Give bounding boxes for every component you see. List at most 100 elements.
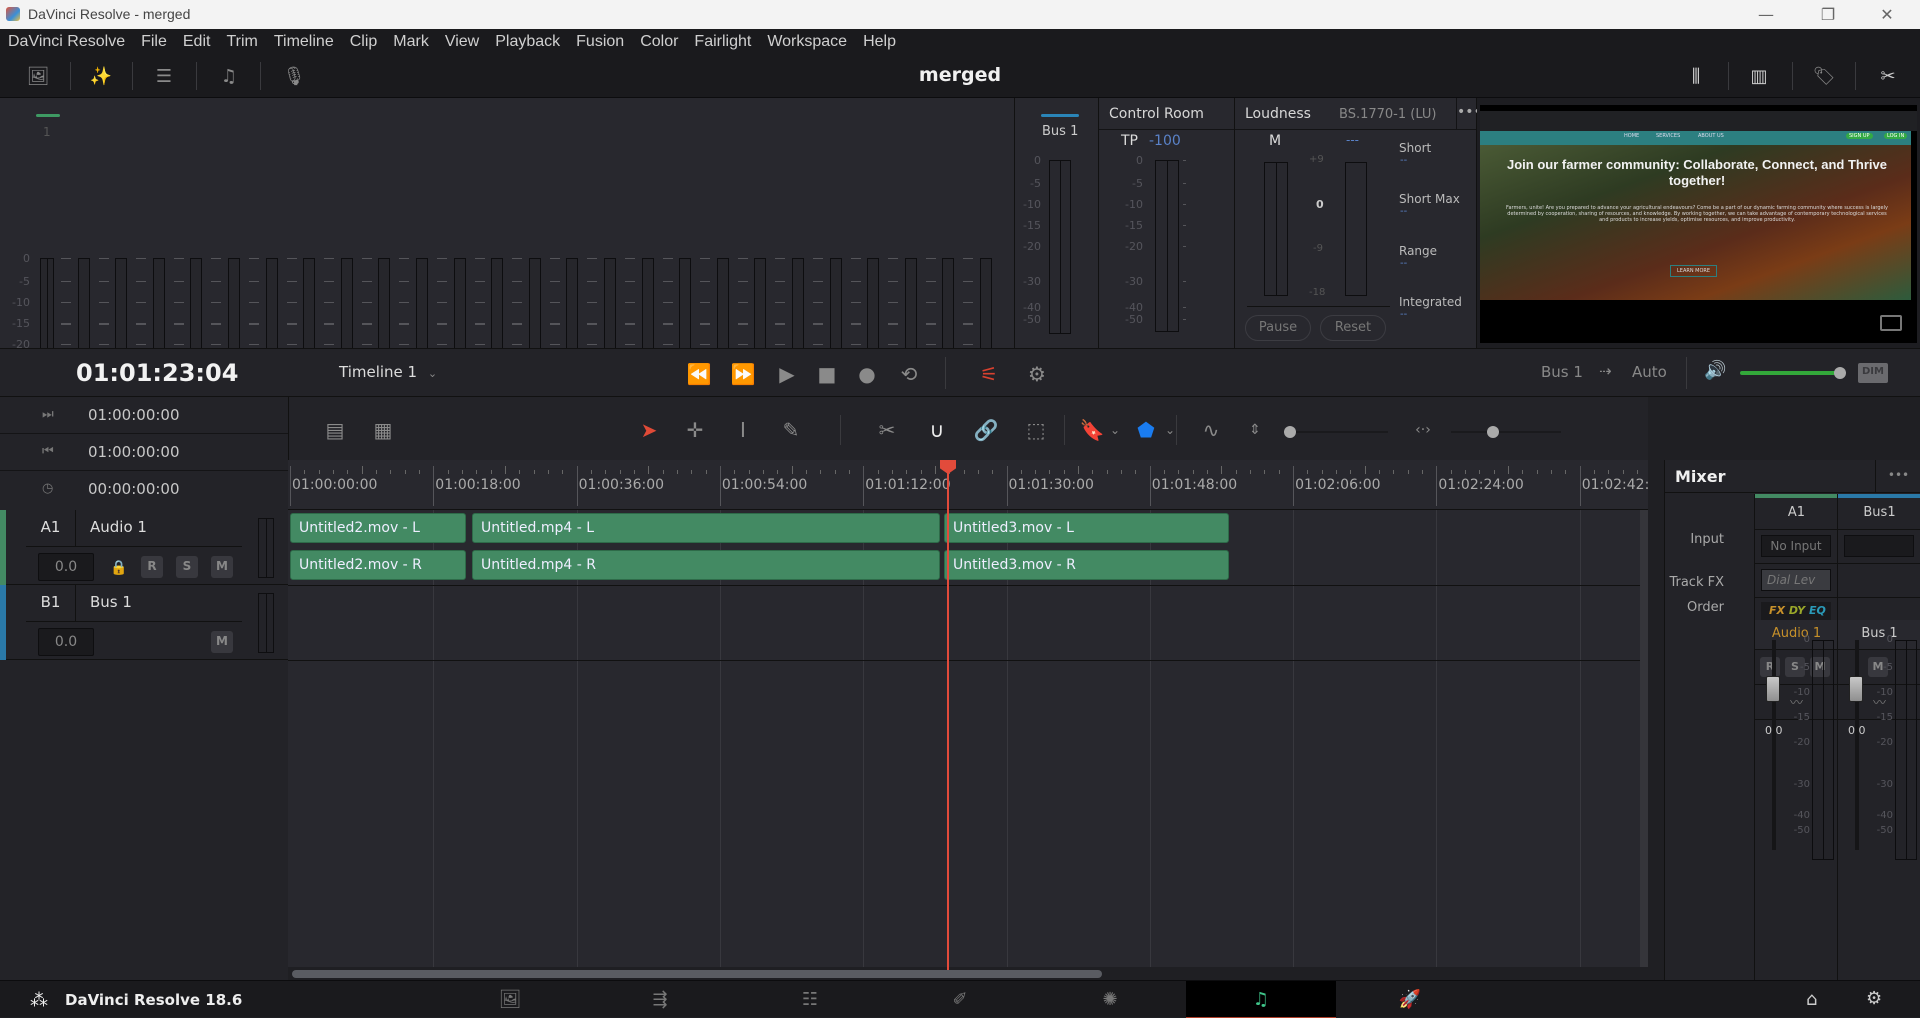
audio-clip[interactable]: Untitled.mp4 - L [472, 513, 940, 543]
track-header-a1[interactable]: A1 Audio 1 0.0 🔒 R S M [0, 510, 288, 585]
snapping-icon[interactable]: ∪ [921, 415, 953, 445]
flag-dropdown-icon[interactable]: ⌄ [1099, 415, 1131, 445]
edit-selection-icon[interactable]: I [727, 415, 759, 445]
link-icon[interactable]: 🔗 [970, 415, 1002, 445]
automation-settings-icon[interactable]: ⚙ [1022, 361, 1052, 387]
page-cut-icon[interactable]: ⇶ [585, 981, 735, 1018]
settings-gear-icon[interactable]: ⚙ [1866, 988, 1882, 1009]
menu-davinci[interactable]: DaVinci Resolve [8, 33, 125, 51]
menu-mark[interactable]: Mark [393, 33, 429, 51]
auto-follow-icon[interactable]: ⬚ [1020, 415, 1052, 445]
waveform-zoom-icon[interactable]: ∿ [1195, 415, 1227, 445]
mixer-options-icon[interactable]: ••• [1875, 460, 1920, 493]
record-arm-button[interactable]: R [141, 556, 163, 578]
selection-tool-icon[interactable]: ➤ [633, 415, 665, 445]
menu-clip[interactable]: Clip [350, 33, 378, 51]
minimize-button[interactable]: — [1743, 0, 1789, 29]
metadata-icon[interactable]: 🏷 [1810, 64, 1838, 88]
vertical-zoom-knob[interactable] [1284, 426, 1296, 438]
play-icon[interactable]: ▶ [772, 361, 802, 387]
audio-clip[interactable]: Untitled2.mov - R [290, 550, 466, 580]
loop-icon[interactable]: ⟲ [894, 361, 924, 387]
rewind-icon[interactable]: ⏪ [684, 361, 714, 387]
track-volume[interactable]: 0.0 [38, 553, 94, 581]
mute-button[interactable]: M [211, 631, 233, 653]
vertical-zoom-icon[interactable]: ⇕ [1239, 415, 1271, 445]
horizontal-zoom-knob[interactable] [1487, 426, 1499, 438]
loudness-standard[interactable]: BS.1770-1 (LU) [1339, 107, 1437, 122]
timeline-tracks[interactable]: Untitled2.mov - L Untitled.mp4 - L Untit… [288, 510, 1648, 970]
draw-tool-icon[interactable]: ✎ [775, 415, 807, 445]
audio-clip[interactable]: Untitled.mp4 - R [472, 550, 940, 580]
horizontal-zoom-icon[interactable]: ‹·› [1407, 415, 1439, 445]
pause-button[interactable]: Pause [1245, 315, 1311, 341]
menu-workspace[interactable]: Workspace [767, 33, 847, 51]
record-icon[interactable]: ● [852, 361, 882, 387]
page-fusion-icon[interactable]: ✐ [885, 981, 1035, 1018]
horizontal-zoom-slider[interactable] [1451, 426, 1561, 438]
automation-toggle-icon[interactable]: ⚟ [974, 361, 1004, 387]
duration-value[interactable]: 00:00:00:00 [88, 480, 180, 498]
timeline-view-options-icon[interactable]: ▤ [319, 415, 351, 445]
menu-help[interactable]: Help [863, 33, 896, 51]
mute-button[interactable]: M [211, 556, 233, 578]
menu-timeline[interactable]: Timeline [274, 33, 334, 51]
page-color-icon[interactable]: ✺ [1035, 981, 1185, 1018]
track-name[interactable]: Audio 1 [76, 510, 242, 547]
home-icon[interactable]: ⌂ [1806, 989, 1817, 1010]
marker-dropdown-icon[interactable]: ⌄ [1154, 415, 1186, 445]
output-target[interactable]: Auto [1632, 363, 1667, 381]
output-bus[interactable]: Bus 1 [1541, 363, 1583, 381]
timeline-selector[interactable]: Timeline 1 ⌄ [339, 363, 437, 381]
horizontal-scrollbar[interactable] [292, 970, 1102, 978]
audio-clip[interactable]: Untitled3.mov - R [944, 550, 1229, 580]
restore-button[interactable]: ❐ [1805, 0, 1851, 29]
volume-knob[interactable] [1834, 367, 1846, 379]
processing-order[interactable]: FX DY EQ [1761, 602, 1831, 620]
track-fx-slot[interactable]: Dial Lev [1761, 569, 1831, 591]
vertical-scrollbar[interactable] [1640, 510, 1648, 970]
page-deliver-icon[interactable]: 🚀 [1335, 981, 1485, 1018]
track-header-b1[interactable]: B1 Bus 1 0.0 M [0, 585, 288, 660]
range-selection-icon[interactable]: ✛ [679, 415, 711, 445]
close-button[interactable]: ✕ [1864, 0, 1910, 29]
audio-clip[interactable]: Untitled2.mov - L [290, 513, 466, 543]
menu-edit[interactable]: Edit [183, 33, 211, 51]
inspector-icon[interactable]: ✂ [1874, 64, 1902, 88]
record-arm-button[interactable]: R [1760, 657, 1780, 677]
current-timecode[interactable]: 01:01:23:04 [76, 359, 238, 387]
mixer-icon[interactable]: ⫼ [1682, 64, 1710, 88]
menu-color[interactable]: Color [640, 33, 678, 51]
input-select[interactable]: No Input [1761, 535, 1831, 557]
track-name[interactable]: Bus 1 [76, 585, 242, 622]
grid-view-icon[interactable]: ▦ [367, 415, 399, 445]
input-select[interactable] [1844, 535, 1914, 557]
dim-button[interactable]: DIM [1858, 363, 1888, 383]
audio-clip[interactable]: Untitled3.mov - L [944, 513, 1229, 543]
track-volume[interactable]: 0.0 [38, 628, 94, 656]
mark-in-value[interactable]: 01:00:00:00 [88, 406, 180, 424]
page-fairlight-icon[interactable]: ♫ [1186, 981, 1336, 1018]
video-viewer[interactable]: HOME SERVICES ABOUT US SIGN UP LOG IN Jo… [1477, 98, 1920, 348]
page-edit-icon[interactable]: ☷ [735, 981, 885, 1018]
menu-file[interactable]: File [141, 33, 167, 51]
fast-forward-icon[interactable]: ⏩ [728, 361, 758, 387]
stop-icon[interactable]: ■ [812, 361, 842, 387]
lock-icon[interactable]: 🔒 [110, 560, 127, 576]
speaker-icon[interactable]: 🔊 [1704, 360, 1726, 381]
timeline-ruler[interactable]: 01:00:00:00 01:00:18:00 01:00:36:00 01:00:5… [288, 460, 1648, 510]
fullscreen-viewer-icon[interactable] [1880, 315, 1902, 331]
razor-icon[interactable]: ✂ [871, 415, 903, 445]
vertical-zoom-slider[interactable] [1284, 426, 1388, 438]
mark-out-value[interactable]: 01:00:00:00 [88, 443, 180, 461]
menu-view[interactable]: View [445, 33, 479, 51]
menu-trim[interactable]: Trim [226, 33, 257, 51]
meters-icon[interactable]: ▥ [1745, 64, 1773, 88]
reset-button[interactable]: Reset [1320, 315, 1386, 341]
menu-playback[interactable]: Playback [495, 33, 560, 51]
page-media-icon[interactable]: 🖼 [435, 981, 585, 1018]
playhead[interactable] [947, 460, 949, 970]
menu-fusion[interactable]: Fusion [576, 33, 624, 51]
more-options-icon[interactable]: ••• [1456, 98, 1482, 130]
menu-fairlight[interactable]: Fairlight [694, 33, 751, 51]
